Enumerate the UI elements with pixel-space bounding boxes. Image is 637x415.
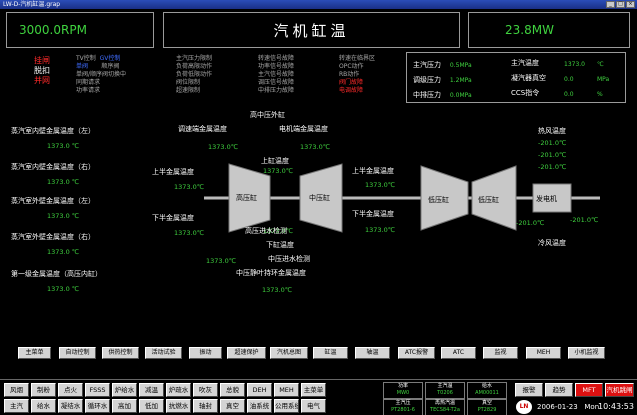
- status-label: 主汽温: [437, 383, 453, 389]
- status-value: MW0: [396, 390, 410, 396]
- nav-button[interactable]: 主汽: [4, 399, 29, 413]
- clock-date: 2006-01-23: [537, 403, 578, 411]
- small-turbine-monitor-button[interactable]: 小机监视: [568, 347, 605, 359]
- turbine-overview-button[interactable]: 汽机总图: [270, 347, 308, 359]
- status-value: TECS84-T2a: [430, 407, 460, 413]
- atc-button[interactable]: ATC: [441, 347, 476, 359]
- monitor-button[interactable]: 监视: [483, 347, 518, 359]
- overspeed-button[interactable]: 超速保护: [227, 347, 266, 359]
- atc-alarm-button[interactable]: ATC报警: [398, 347, 435, 359]
- status-cell: 真空 PT2829: [467, 399, 507, 415]
- clock-time: 10:43:53: [598, 402, 634, 411]
- trend-button[interactable]: 趋势: [545, 383, 573, 397]
- alarm-button[interactable]: 报警: [515, 383, 543, 397]
- clock-day: Mon: [584, 403, 600, 411]
- status-cell: 给水 AM00011: [467, 382, 507, 399]
- lp-cylinder-2-label: 低压缸: [478, 196, 499, 204]
- status-cell: 再热汽温 TECS84-T2a: [425, 399, 465, 415]
- status-cell: 功率 MW0: [383, 382, 423, 399]
- nav-button[interactable]: 电气: [301, 399, 326, 413]
- nav-button[interactable]: MEH: [274, 383, 299, 397]
- status-label: 给水: [481, 383, 492, 389]
- status-cell: 主汽压 PT2801-6: [383, 399, 423, 415]
- nav-button[interactable]: FSSS: [85, 383, 110, 397]
- nav-button[interactable]: 炉疏水: [166, 383, 191, 397]
- turbine-trip-indicator: 汽机跳闸: [605, 383, 634, 397]
- status-value: AM00011: [475, 390, 499, 396]
- nav-button[interactable]: 轴封: [193, 399, 218, 413]
- nav-button[interactable]: 减温: [139, 383, 164, 397]
- nav-button[interactable]: 真空: [220, 399, 245, 413]
- nav-button[interactable]: 抗燃水: [166, 399, 191, 413]
- lp-cylinder-1-label: 低压缸: [428, 196, 449, 204]
- nav-button[interactable]: 公用系统: [274, 399, 299, 413]
- nav-button[interactable]: 点火: [58, 383, 83, 397]
- meh-button[interactable]: MEH: [526, 347, 561, 359]
- main-menu-button[interactable]: 主菜单: [18, 347, 51, 359]
- bottom-nav-bar: 风烟 制粉 点火 FSSS 炉给水 减温 炉疏水 吹灰 总貌 DEH MEH 主…: [0, 379, 637, 415]
- nav-button[interactable]: 主菜单: [301, 383, 326, 397]
- nav-button[interactable]: 制粉: [31, 383, 56, 397]
- nav-button[interactable]: DEH: [247, 383, 272, 397]
- nav-button[interactable]: 循环水: [85, 399, 110, 413]
- status-value: PT2829: [477, 407, 497, 413]
- auto-control-button[interactable]: 自动控制: [59, 347, 96, 359]
- hp-cylinder-label: 高压缸: [236, 194, 257, 202]
- logo-icon: LN: [516, 400, 532, 414]
- status-value: PT2801-6: [391, 407, 415, 413]
- cylinder-temp-button[interactable]: 缸温: [313, 347, 348, 359]
- activity-test-button[interactable]: 活动试验: [145, 347, 182, 359]
- status-value: T0206: [437, 390, 453, 396]
- ip-cylinder-label: 中压缸: [309, 194, 330, 202]
- nav-button[interactable]: 给水: [31, 399, 56, 413]
- nav-button[interactable]: 总貌: [220, 383, 245, 397]
- generator-label: 发电机: [536, 195, 557, 203]
- nav-button[interactable]: 吹灰: [193, 383, 218, 397]
- mft-indicator: MFT: [575, 383, 603, 397]
- status-label: 功率: [397, 383, 408, 389]
- nav-button[interactable]: 低加: [139, 399, 164, 413]
- nav-button[interactable]: 凝结水: [58, 399, 83, 413]
- heating-control-button[interactable]: 供热控制: [102, 347, 139, 359]
- nav-button[interactable]: 油系统: [247, 399, 272, 413]
- status-label: 真空: [481, 400, 492, 406]
- shaft-temp-button[interactable]: 轴温: [355, 347, 390, 359]
- status-cell: 主汽温 T0206: [425, 382, 465, 399]
- nav-button[interactable]: 风烟: [4, 383, 29, 397]
- vibration-button[interactable]: 振动: [189, 347, 222, 359]
- nav-button[interactable]: 高加: [112, 399, 137, 413]
- status-label: 主汽压: [395, 400, 411, 406]
- status-label: 再热汽温: [434, 400, 455, 406]
- nav-button[interactable]: 炉给水: [112, 383, 137, 397]
